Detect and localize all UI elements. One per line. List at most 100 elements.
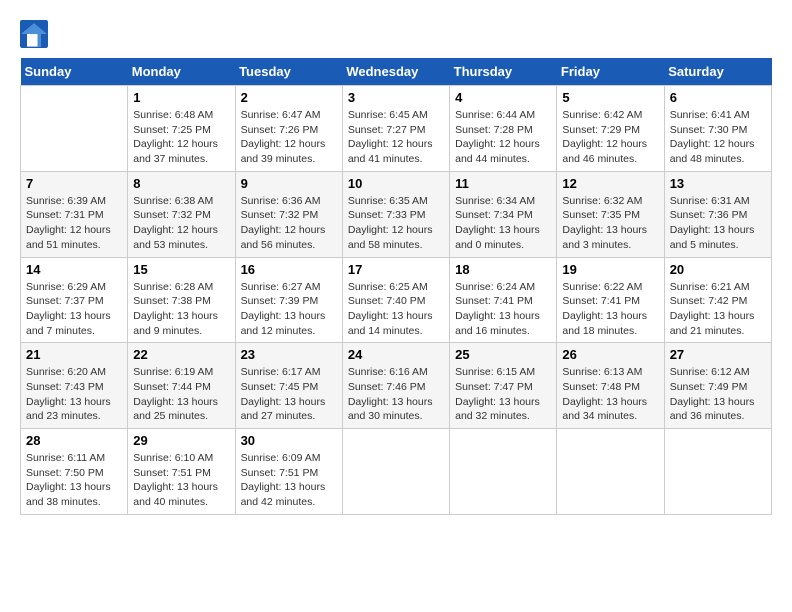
calendar-cell: 19 Sunrise: 6:22 AM Sunset: 7:41 PM Dayl…: [557, 257, 664, 343]
daylight-label: Daylight: 13 hours and 5 minutes.: [670, 224, 755, 251]
day-number: 25: [455, 347, 551, 362]
sunrise-label: Sunrise: 6:42 AM: [562, 109, 642, 121]
day-info: Sunrise: 6:22 AM Sunset: 7:41 PM Dayligh…: [562, 280, 658, 339]
day-number: 15: [133, 262, 229, 277]
calendar-cell: 30 Sunrise: 6:09 AM Sunset: 7:51 PM Dayl…: [235, 429, 342, 515]
day-number: 26: [562, 347, 658, 362]
sunrise-label: Sunrise: 6:44 AM: [455, 109, 535, 121]
day-info: Sunrise: 6:15 AM Sunset: 7:47 PM Dayligh…: [455, 365, 551, 424]
daylight-label: Daylight: 13 hours and 23 minutes.: [26, 396, 111, 423]
calendar-cell: 5 Sunrise: 6:42 AM Sunset: 7:29 PM Dayli…: [557, 86, 664, 172]
daylight-label: Daylight: 13 hours and 9 minutes.: [133, 310, 218, 337]
calendar-week-row: 1 Sunrise: 6:48 AM Sunset: 7:25 PM Dayli…: [21, 86, 772, 172]
calendar-cell: 21 Sunrise: 6:20 AM Sunset: 7:43 PM Dayl…: [21, 343, 128, 429]
calendar-cell: [21, 86, 128, 172]
day-info: Sunrise: 6:41 AM Sunset: 7:30 PM Dayligh…: [670, 108, 766, 167]
daylight-label: Daylight: 12 hours and 56 minutes.: [241, 224, 326, 251]
daylight-label: Daylight: 13 hours and 38 minutes.: [26, 481, 111, 508]
daylight-label: Daylight: 13 hours and 16 minutes.: [455, 310, 540, 337]
calendar-cell: 3 Sunrise: 6:45 AM Sunset: 7:27 PM Dayli…: [342, 86, 449, 172]
day-number: 24: [348, 347, 444, 362]
day-number: 7: [26, 176, 122, 191]
daylight-label: Daylight: 13 hours and 32 minutes.: [455, 396, 540, 423]
sunrise-label: Sunrise: 6:12 AM: [670, 366, 750, 378]
day-info: Sunrise: 6:36 AM Sunset: 7:32 PM Dayligh…: [241, 194, 337, 253]
sunset-label: Sunset: 7:41 PM: [562, 295, 640, 307]
day-number: 11: [455, 176, 551, 191]
sunrise-label: Sunrise: 6:47 AM: [241, 109, 321, 121]
calendar-cell: 15 Sunrise: 6:28 AM Sunset: 7:38 PM Dayl…: [128, 257, 235, 343]
daylight-label: Daylight: 13 hours and 25 minutes.: [133, 396, 218, 423]
daylight-label: Daylight: 13 hours and 12 minutes.: [241, 310, 326, 337]
daylight-label: Daylight: 13 hours and 30 minutes.: [348, 396, 433, 423]
day-info: Sunrise: 6:34 AM Sunset: 7:34 PM Dayligh…: [455, 194, 551, 253]
calendar-cell: [664, 429, 771, 515]
calendar-cell: 20 Sunrise: 6:21 AM Sunset: 7:42 PM Dayl…: [664, 257, 771, 343]
day-number: 22: [133, 347, 229, 362]
calendar-cell: 29 Sunrise: 6:10 AM Sunset: 7:51 PM Dayl…: [128, 429, 235, 515]
calendar-cell: 25 Sunrise: 6:15 AM Sunset: 7:47 PM Dayl…: [450, 343, 557, 429]
day-info: Sunrise: 6:19 AM Sunset: 7:44 PM Dayligh…: [133, 365, 229, 424]
day-info: Sunrise: 6:32 AM Sunset: 7:35 PM Dayligh…: [562, 194, 658, 253]
calendar-table: SundayMondayTuesdayWednesdayThursdayFrid…: [20, 58, 772, 515]
calendar-cell: [342, 429, 449, 515]
calendar-week-row: 14 Sunrise: 6:29 AM Sunset: 7:37 PM Dayl…: [21, 257, 772, 343]
daylight-label: Daylight: 12 hours and 48 minutes.: [670, 138, 755, 165]
sunset-label: Sunset: 7:51 PM: [133, 467, 211, 479]
sunset-label: Sunset: 7:28 PM: [455, 124, 533, 136]
daylight-label: Daylight: 13 hours and 18 minutes.: [562, 310, 647, 337]
sunrise-label: Sunrise: 6:31 AM: [670, 195, 750, 207]
logo-icon: [20, 20, 48, 48]
day-number: 2: [241, 90, 337, 105]
weekday-header-saturday: Saturday: [664, 58, 771, 86]
sunrise-label: Sunrise: 6:39 AM: [26, 195, 106, 207]
sunrise-label: Sunrise: 6:48 AM: [133, 109, 213, 121]
day-number: 18: [455, 262, 551, 277]
sunrise-label: Sunrise: 6:35 AM: [348, 195, 428, 207]
calendar-cell: 10 Sunrise: 6:35 AM Sunset: 7:33 PM Dayl…: [342, 171, 449, 257]
sunrise-label: Sunrise: 6:09 AM: [241, 452, 321, 464]
sunrise-label: Sunrise: 6:34 AM: [455, 195, 535, 207]
calendar-cell: 1 Sunrise: 6:48 AM Sunset: 7:25 PM Dayli…: [128, 86, 235, 172]
calendar-cell: 9 Sunrise: 6:36 AM Sunset: 7:32 PM Dayli…: [235, 171, 342, 257]
sunset-label: Sunset: 7:49 PM: [670, 381, 748, 393]
daylight-label: Daylight: 13 hours and 3 minutes.: [562, 224, 647, 251]
day-info: Sunrise: 6:13 AM Sunset: 7:48 PM Dayligh…: [562, 365, 658, 424]
day-number: 21: [26, 347, 122, 362]
calendar-cell: 4 Sunrise: 6:44 AM Sunset: 7:28 PM Dayli…: [450, 86, 557, 172]
sunrise-label: Sunrise: 6:32 AM: [562, 195, 642, 207]
sunset-label: Sunset: 7:36 PM: [670, 209, 748, 221]
day-number: 8: [133, 176, 229, 191]
daylight-label: Daylight: 12 hours and 58 minutes.: [348, 224, 433, 251]
sunset-label: Sunset: 7:35 PM: [562, 209, 640, 221]
day-number: 16: [241, 262, 337, 277]
sunset-label: Sunset: 7:38 PM: [133, 295, 211, 307]
sunrise-label: Sunrise: 6:17 AM: [241, 366, 321, 378]
day-number: 28: [26, 433, 122, 448]
calendar-cell: 14 Sunrise: 6:29 AM Sunset: 7:37 PM Dayl…: [21, 257, 128, 343]
sunrise-label: Sunrise: 6:29 AM: [26, 281, 106, 293]
calendar-cell: 26 Sunrise: 6:13 AM Sunset: 7:48 PM Dayl…: [557, 343, 664, 429]
sunrise-label: Sunrise: 6:28 AM: [133, 281, 213, 293]
weekday-header-row: SundayMondayTuesdayWednesdayThursdayFrid…: [21, 58, 772, 86]
calendar-cell: 22 Sunrise: 6:19 AM Sunset: 7:44 PM Dayl…: [128, 343, 235, 429]
calendar-cell: 18 Sunrise: 6:24 AM Sunset: 7:41 PM Dayl…: [450, 257, 557, 343]
day-info: Sunrise: 6:27 AM Sunset: 7:39 PM Dayligh…: [241, 280, 337, 339]
sunset-label: Sunset: 7:32 PM: [133, 209, 211, 221]
day-info: Sunrise: 6:47 AM Sunset: 7:26 PM Dayligh…: [241, 108, 337, 167]
daylight-label: Daylight: 13 hours and 21 minutes.: [670, 310, 755, 337]
daylight-label: Daylight: 12 hours and 46 minutes.: [562, 138, 647, 165]
sunrise-label: Sunrise: 6:13 AM: [562, 366, 642, 378]
weekday-header-tuesday: Tuesday: [235, 58, 342, 86]
daylight-label: Daylight: 13 hours and 36 minutes.: [670, 396, 755, 423]
sunrise-label: Sunrise: 6:45 AM: [348, 109, 428, 121]
weekday-header-thursday: Thursday: [450, 58, 557, 86]
calendar-cell: 13 Sunrise: 6:31 AM Sunset: 7:36 PM Dayl…: [664, 171, 771, 257]
sunset-label: Sunset: 7:45 PM: [241, 381, 319, 393]
day-number: 9: [241, 176, 337, 191]
day-info: Sunrise: 6:11 AM Sunset: 7:50 PM Dayligh…: [26, 451, 122, 510]
page-header: [20, 20, 772, 48]
daylight-label: Daylight: 13 hours and 27 minutes.: [241, 396, 326, 423]
sunset-label: Sunset: 7:42 PM: [670, 295, 748, 307]
sunrise-label: Sunrise: 6:27 AM: [241, 281, 321, 293]
